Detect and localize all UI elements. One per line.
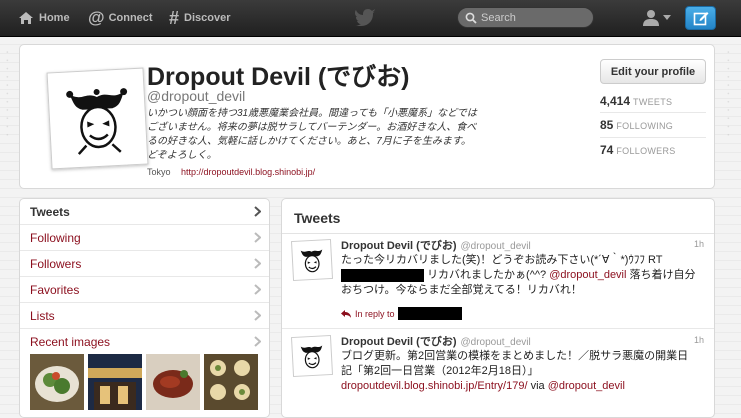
background-pattern: · · · · · · · · · · · xyxy=(0,50,14,137)
stat-tweets-label: TWEETS xyxy=(633,97,673,107)
stat-tweets[interactable]: 4,414 TWEETS xyxy=(600,94,706,108)
profile-location: Tokyo xyxy=(147,167,171,177)
tweet-text-line: たった今リカバリました(笑)！どうぞお読み下さい(*´∀｀*)ｳﾌﾌ RT xyxy=(341,254,663,266)
background-pattern: · · · · · · · · · · · xyxy=(720,50,735,137)
sidebar-item-label: Followers xyxy=(30,256,82,271)
user-icon xyxy=(643,10,659,26)
sidebar-item-label: Lists xyxy=(30,308,55,323)
search-input[interactable] xyxy=(477,11,581,24)
tweet-author-name: Dropout Devil (でびお) xyxy=(341,336,457,348)
edit-profile-button[interactable]: Edit your profile xyxy=(600,59,706,84)
tweet-author-name: Dropout Devil (でびお) xyxy=(341,240,457,252)
nav-home-label: Home xyxy=(39,12,70,24)
nav-discover[interactable]: # Discover xyxy=(169,0,231,36)
jester-mask-icon xyxy=(300,345,323,368)
chevron-right-icon xyxy=(254,310,261,321)
stat-following[interactable]: 85 FOLLOWING xyxy=(600,118,706,132)
jester-mask-icon xyxy=(65,87,127,155)
sidebar-item-lists[interactable]: Lists xyxy=(20,303,269,329)
stat-following-label: FOLLOWING xyxy=(616,121,674,131)
tweets-heading: Tweets xyxy=(294,210,341,226)
sidebar-item-favorites[interactable]: Favorites xyxy=(20,277,269,303)
tweet-text: たった今リカバリました(笑)！どうぞお読み下さい(*´∀｀*)ｳﾌﾌ RT リカ… xyxy=(341,253,703,298)
reply-arrow-icon xyxy=(341,309,351,318)
redacted-block xyxy=(341,268,424,282)
tweet-author[interactable]: Dropout Devil (でびお) @dropout_devil xyxy=(341,333,531,349)
user-menu[interactable] xyxy=(643,9,671,26)
sidebar-item-label: Recent images xyxy=(30,335,111,349)
divider xyxy=(600,137,706,138)
compose-icon xyxy=(693,12,708,26)
chevron-right-icon xyxy=(254,336,261,347)
sidebar-item-label: Favorites xyxy=(30,282,80,297)
nav-home[interactable]: Home xyxy=(18,0,70,36)
caret-down-icon xyxy=(663,15,671,20)
tweet-item[interactable]: Dropout Devil (でびお) @dropout_devil 1h たった… xyxy=(282,234,714,329)
tweet-mention-link[interactable]: @dropout_devil xyxy=(549,269,626,281)
home-icon xyxy=(19,12,33,24)
sidebar-item-following[interactable]: Following xyxy=(20,225,269,251)
tweet-item[interactable]: Dropout Devil (でびお) @dropout_devil 1h ブログ… xyxy=(282,330,714,417)
tweets-panel: Tweets Dropout Devil (でびお) @dropout_devil… xyxy=(281,198,715,418)
in-reply-to-label: In reply to xyxy=(355,308,395,319)
in-reply-to-link[interactable]: In reply to xyxy=(341,307,462,320)
search-box[interactable] xyxy=(457,7,594,28)
tweet-mention-link[interactable]: @dropout_devil xyxy=(548,380,625,392)
divider xyxy=(600,112,706,113)
top-navigation-bar: Home @ Connect # Discover xyxy=(0,0,741,37)
tweet-timestamp[interactable]: 1h xyxy=(694,335,704,345)
tweet-text-line: リカバれましたかぁ(^^? xyxy=(427,269,547,281)
nav-discover-label: Discover xyxy=(184,12,231,24)
stat-following-count: 85 xyxy=(600,118,614,132)
tweet-text-line: 記「第2回一日営業（2012年2月18日）」 xyxy=(341,365,539,377)
tweet-text: ブログ更新。第2回営業の模様をまとめました！／脱サラ悪魔の開業日 記「第2回一日… xyxy=(341,349,703,394)
tweet-avatar[interactable] xyxy=(290,334,334,378)
at-sign-icon: @ xyxy=(88,8,105,27)
tweet-text-line: おちつけ。今ならまだ全部覚えてる！リカバれ！ xyxy=(341,284,582,296)
nav-connect[interactable]: @ Connect xyxy=(88,0,153,36)
tweet-author-handle: @dropout_devil xyxy=(460,337,531,348)
tweet-author-handle: @dropout_devil xyxy=(460,241,531,252)
sidebar-item-label: Following xyxy=(30,230,81,245)
search-icon xyxy=(465,12,477,24)
profile-card: Dropout Devil (でびお) @dropout_devil いかつい顔… xyxy=(19,44,715,189)
profile-handle: @dropout_devil xyxy=(147,88,246,104)
nav-connect-label: Connect xyxy=(108,12,153,24)
stat-followers-count: 74 xyxy=(600,143,614,157)
sidebar-item-recent-images[interactable]: Recent images xyxy=(20,329,269,355)
chevron-right-icon xyxy=(254,232,261,243)
tweet-url-link[interactable]: dropoutdevil.blog.shinobi.jp/Entry/179/ xyxy=(341,380,528,392)
image-thumbnail[interactable] xyxy=(204,354,258,410)
tweet-timestamp[interactable]: 1h xyxy=(694,239,704,249)
image-thumbnail[interactable] xyxy=(30,354,84,410)
tweet-avatar[interactable] xyxy=(290,238,334,282)
tweet-text-line: ブログ更新。第2回営業の模様をまとめました！／脱サラ悪魔の開業日 xyxy=(341,350,689,362)
tweet-text-line: 落ち着け自分 xyxy=(629,269,696,281)
tweet-author[interactable]: Dropout Devil (でびお) @dropout_devil xyxy=(341,237,531,253)
profile-side-nav: Tweets Following Followers Favorites Lis… xyxy=(19,198,270,418)
sidebar-item-tweets[interactable]: Tweets xyxy=(20,199,269,225)
chevron-right-icon xyxy=(254,206,261,217)
image-thumbnail[interactable] xyxy=(146,354,200,410)
redacted-block xyxy=(397,307,462,320)
profile-url-link[interactable]: http://dropoutdevil.blog.shinobi.jp/ xyxy=(181,167,315,177)
stat-followers[interactable]: 74 FOLLOWERS xyxy=(600,143,706,157)
tweet-via-label: via xyxy=(530,380,545,392)
profile-location-line: Tokyo http://dropoutdevil.blog.shinobi.j… xyxy=(147,167,315,177)
chevron-right-icon xyxy=(254,258,261,269)
profile-avatar[interactable] xyxy=(46,67,149,170)
sidebar-item-label: Tweets xyxy=(30,204,70,219)
chevron-right-icon xyxy=(254,284,261,295)
recent-images-strip xyxy=(30,354,258,410)
hashtag-icon: # xyxy=(169,7,180,28)
stat-followers-label: FOLLOWERS xyxy=(616,146,676,156)
twitter-bird-icon xyxy=(355,9,376,26)
stat-tweets-count: 4,414 xyxy=(600,94,631,108)
profile-bio: いかつい顔面を持つ31歳悪魔業会社員。間違っても「小悪魔系」などではございません… xyxy=(147,108,477,161)
image-thumbnail[interactable] xyxy=(88,354,142,410)
compose-tweet-button[interactable] xyxy=(685,6,716,30)
jester-mask-icon xyxy=(300,249,323,272)
sidebar-item-followers[interactable]: Followers xyxy=(20,251,269,277)
